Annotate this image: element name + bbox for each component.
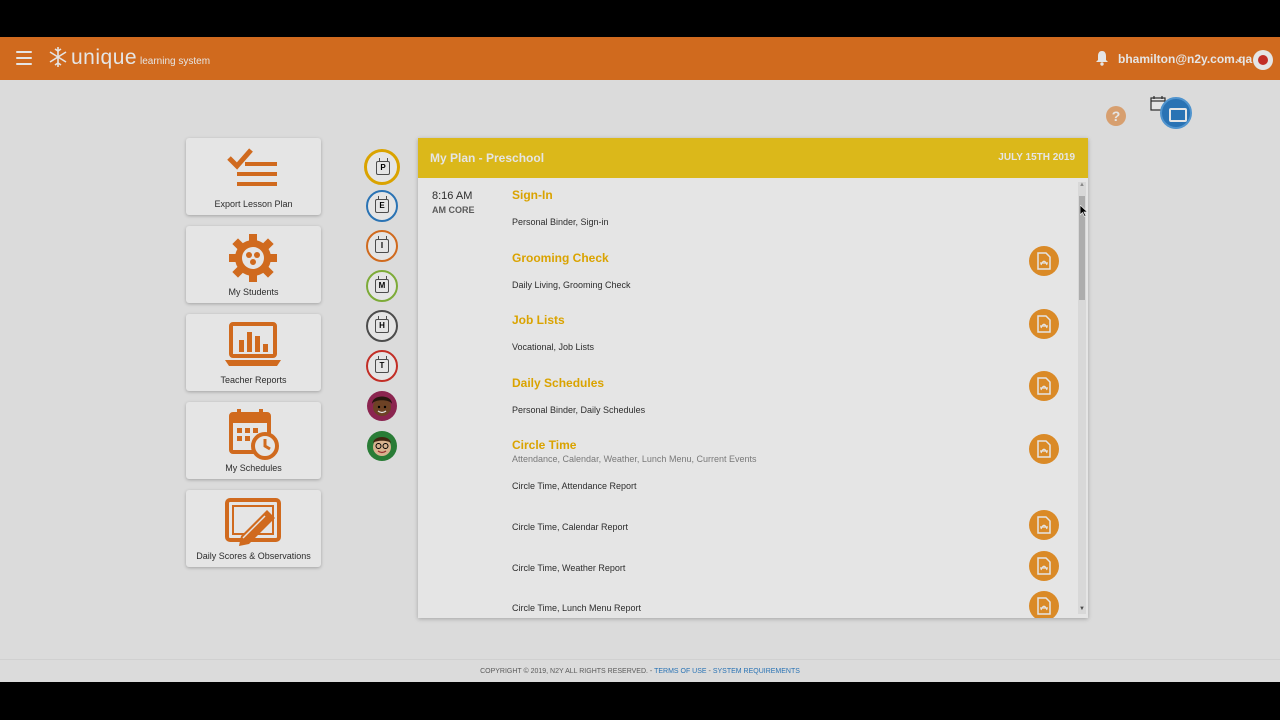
schedule-chat-button[interactable] (1160, 97, 1192, 129)
level-middle[interactable]: M (366, 270, 398, 302)
logo-text: unique (71, 46, 138, 69)
section-title: Job Lists (512, 313, 565, 327)
tile-label: Daily Scores & Observations (196, 551, 311, 561)
pdf-icon (1037, 557, 1051, 575)
pdf-icon (1037, 440, 1051, 458)
plan-header: My Plan - Preschool JULY 15TH 2019 (418, 138, 1088, 178)
level-letter: T (375, 356, 389, 373)
pdf-icon (1037, 252, 1051, 270)
student-avatar-icon[interactable] (366, 430, 398, 462)
level-letter: H (375, 316, 389, 333)
bell-icon[interactable] (1095, 50, 1109, 66)
level-elementary[interactable]: E (366, 190, 398, 222)
top-bar: unique learning system bhamilton@n2y.com… (0, 37, 1280, 80)
tablet-pencil-icon (225, 498, 281, 546)
daily-scores-tile[interactable]: Daily Scores & Observations (186, 490, 321, 567)
level-high[interactable]: H (366, 310, 398, 342)
plan-time: 8:16 AM (432, 190, 473, 202)
user-email[interactable]: bhamilton@n2y.com.qa (1118, 52, 1252, 66)
section-title: Sign-In (512, 188, 553, 202)
copyright-text: COPYRIGHT © 2019, N2Y ALL RIGHTS RESERVE… (480, 668, 655, 675)
plan-date: JULY 15TH 2019 (998, 152, 1075, 163)
level-preschool[interactable]: P (364, 149, 400, 185)
scroll-up-arrow-icon[interactable]: ▲ (1078, 182, 1086, 190)
activity-label: Circle Time, Calendar Report (512, 522, 629, 532)
level-letter: E (375, 196, 389, 213)
scroll-down-arrow-icon[interactable]: ▼ (1078, 606, 1086, 614)
pdf-download-button[interactable] (1029, 434, 1059, 464)
snowflake-logo-icon (49, 47, 67, 67)
calendar-clock-icon (229, 409, 279, 460)
avatar[interactable] (1253, 50, 1273, 70)
my-schedules-tile[interactable]: My Schedules (186, 402, 321, 479)
activity-label: Daily Living, Grooming Check (512, 280, 631, 290)
hamburger-menu-icon[interactable] (16, 51, 32, 65)
pdf-icon (1037, 516, 1051, 534)
plan-scrollbar[interactable]: ▲ ▼ (1078, 182, 1086, 614)
plan-block: AM CORE (432, 205, 475, 215)
system-requirements-link[interactable]: SYSTEM REQUIREMENTS (713, 668, 800, 675)
mouse-cursor-icon (1080, 205, 1088, 217)
activity-label: Vocational, Job Lists (512, 342, 595, 352)
pdf-download-button[interactable] (1029, 246, 1059, 276)
activity-label: Personal Binder, Daily Schedules (512, 405, 646, 415)
gear-students-icon (229, 234, 277, 282)
pdf-download-button[interactable] (1029, 309, 1059, 339)
level-letter: P (376, 158, 390, 175)
pdf-icon (1037, 315, 1051, 333)
tile-label: Export Lesson Plan (214, 199, 293, 209)
level-intermediate[interactable]: I (366, 230, 398, 262)
plan-title: My Plan - Preschool (430, 151, 545, 165)
section-title: Grooming Check (512, 251, 609, 265)
footer-line: COPYRIGHT © 2019, N2Y ALL RIGHTS RESERVE… (0, 668, 1280, 675)
chevron-down-icon[interactable]: ⌄ (1234, 51, 1244, 65)
plan-panel: My Plan - Preschool JULY 15TH 2019 8:16 … (418, 138, 1088, 618)
teacher-reports-tile[interactable]: Teacher Reports (186, 314, 321, 391)
activity-label: Personal Binder, Sign-in (512, 217, 609, 227)
activity-label: Circle Time, Lunch Menu Report (512, 603, 642, 613)
my-students-tile[interactable]: My Students (186, 226, 321, 303)
level-letter: I (375, 236, 389, 253)
pdf-download-button[interactable] (1029, 371, 1059, 401)
section-subtitle: Attendance, Calendar, Weather, Lunch Men… (512, 454, 757, 464)
level-transition[interactable]: T (366, 350, 398, 382)
section-title: Daily Schedules (512, 376, 605, 390)
footer: COPYRIGHT © 2019, N2Y ALL RIGHTS RESERVE… (0, 659, 1280, 682)
activity-label: Circle Time, Attendance Report (512, 481, 637, 491)
laptop-chart-icon (225, 322, 281, 366)
app-window: unique learning system bhamilton@n2y.com… (0, 37, 1280, 682)
student-avatar-icon[interactable] (366, 390, 398, 422)
pdf-download-button[interactable] (1029, 591, 1059, 618)
pdf-icon (1037, 597, 1051, 615)
help-icon[interactable]: ? (1106, 106, 1126, 126)
export-lesson-plan-tile[interactable]: Export Lesson Plan (186, 138, 321, 215)
tile-label: My Schedules (225, 463, 282, 473)
section-title: Circle Time (512, 438, 577, 452)
level-letter: M (375, 276, 389, 293)
logo-subtext: learning system (140, 56, 211, 67)
tile-label: My Students (228, 287, 279, 297)
pdf-download-button[interactable] (1029, 551, 1059, 581)
activity-label: Circle Time, Weather Report (512, 563, 626, 573)
checklist-icon (227, 148, 277, 186)
pdf-icon (1037, 377, 1051, 395)
terms-of-use-link[interactable]: TERMS OF USE (654, 668, 707, 675)
pdf-download-button[interactable] (1029, 510, 1059, 540)
tile-label: Teacher Reports (220, 375, 287, 385)
